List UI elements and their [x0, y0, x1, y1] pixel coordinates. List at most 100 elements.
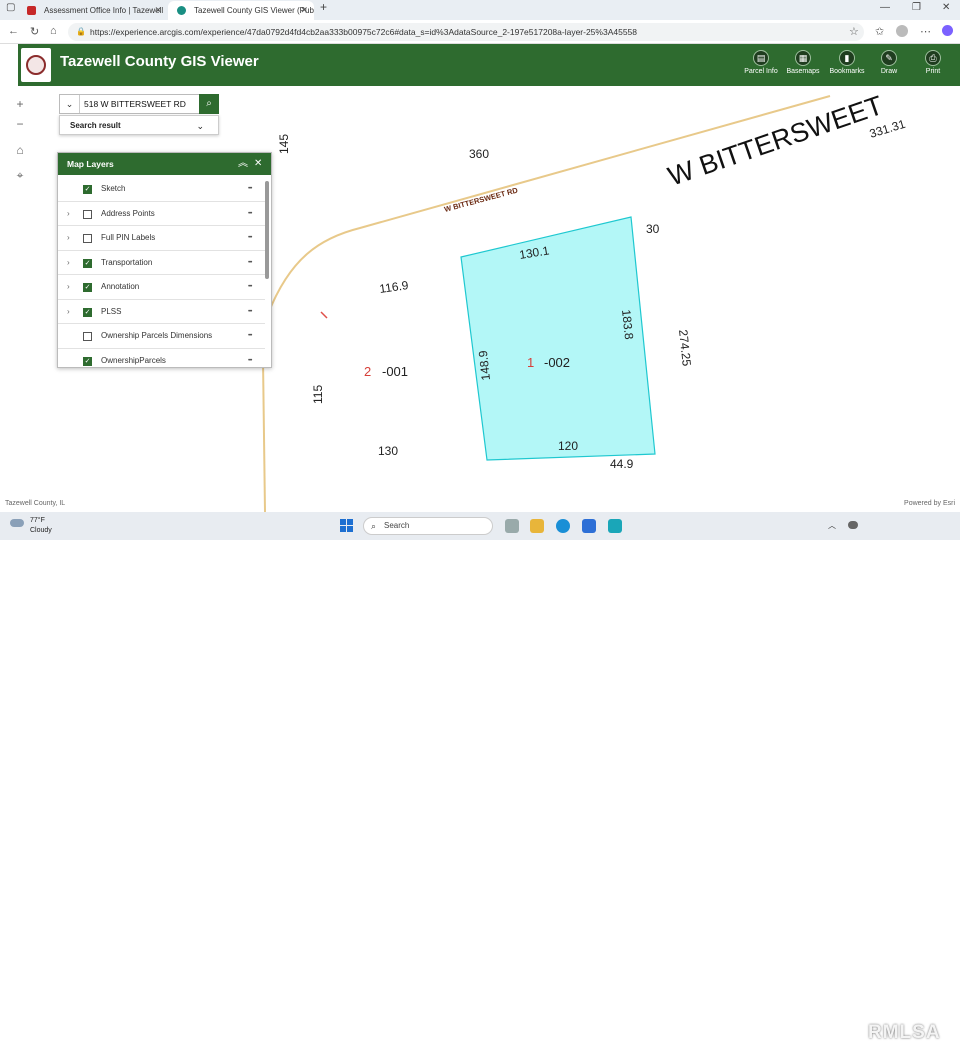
layer-row[interactable]: › Full PIN Labels ••• [58, 226, 265, 251]
dim-label: 360 [469, 147, 489, 161]
layer-name: Transportation [101, 257, 153, 267]
collapse-icon[interactable]: ︽ [238, 153, 248, 175]
dim-label: 120 [558, 439, 578, 453]
attribution-right[interactable]: Powered by Esri [904, 500, 955, 507]
layer-name: Annotation [101, 282, 140, 291]
layer-checkbox[interactable] [83, 209, 92, 219]
windows-start-icon[interactable] [340, 519, 354, 533]
parcel-info-icon: ▤ [753, 50, 769, 66]
copilot-icon[interactable] [942, 25, 953, 36]
browser-tab-gis-viewer[interactable]: Tazewell County GIS Viewer (Publ ✕ [168, 1, 314, 20]
zoom-in-button[interactable]: + [9, 93, 31, 115]
address-bar: ← ↻ ⌂ 🔒 https://experience.arcgis.com/ex… [0, 20, 960, 44]
layer-options-icon[interactable]: ••• [248, 186, 252, 192]
layer-options-icon[interactable]: ••• [248, 211, 252, 217]
road-label-large: W BITTERSWEET [664, 90, 887, 192]
dim-label: 145 [277, 134, 291, 154]
expand-chevron-icon[interactable]: › [67, 307, 70, 316]
search-source-dropdown[interactable]: ⌄ [60, 95, 80, 113]
layer-name: Ownership Parcels Dimensions [101, 331, 213, 340]
parcel-info-button[interactable]: ▤ Parcel Info [741, 50, 781, 75]
basemaps-icon: ▦ [795, 50, 811, 66]
refresh-icon[interactable]: ↻ [30, 25, 39, 38]
task-view-icon[interactable] [505, 519, 519, 533]
favorites-icon[interactable]: ✩ [875, 25, 884, 38]
layer-options-icon[interactable]: ••• [248, 309, 252, 315]
more-menu-icon[interactable]: ⋯ [920, 25, 931, 38]
layer-row[interactable]: Ownership Parcels Dimensions ••• [58, 324, 265, 349]
dim-label: 115 [311, 385, 325, 404]
home-browser-icon[interactable]: ⌂ [50, 25, 57, 37]
layer-checkbox[interactable] [83, 234, 92, 243]
layer-row[interactable]: › ✓ Transportation ••• [58, 251, 265, 275]
browser-tab-assessment[interactable]: Assessment Office Info | Tazewell ✕ [18, 1, 168, 20]
layer-checkbox[interactable] [83, 332, 92, 341]
print-button[interactable]: ⎙ Print [913, 50, 953, 75]
app-icon[interactable] [608, 519, 622, 533]
close-tab-icon[interactable]: ✕ [154, 1, 162, 20]
layer-checkbox[interactable]: ✓ [83, 258, 92, 268]
layer-row[interactable]: ✓ Sketch ••• [58, 177, 265, 202]
expand-chevron-icon[interactable]: › [67, 258, 70, 267]
layer-options-icon[interactable]: ••• [248, 260, 252, 266]
layer-row[interactable]: › Address Points ••• [58, 202, 265, 226]
expand-chevron-icon[interactable]: › [67, 209, 70, 218]
parcel-suffix: -002 [544, 355, 570, 370]
layer-row[interactable]: › ✓ PLSS ••• [58, 300, 265, 324]
expand-chevron-icon[interactable]: › [67, 282, 70, 291]
expand-chevron-icon[interactable]: › [67, 233, 70, 242]
search-button[interactable]: ⌕ [199, 94, 219, 114]
layer-row[interactable]: ✓ OwnershipParcels ••• [58, 349, 265, 368]
layer-options-icon[interactable]: ••• [248, 333, 252, 339]
tab-actions-icon[interactable]: ▢ [6, 2, 15, 13]
new-tab-button[interactable]: + [320, 0, 327, 14]
taskbar-search-label: Search [384, 521, 410, 530]
tab-title: Tazewell County GIS Viewer (Publ [194, 6, 314, 15]
county-logo [21, 48, 51, 82]
layer-checkbox[interactable]: ✓ [83, 185, 92, 194]
profile-avatar[interactable] [896, 25, 908, 37]
layer-checkbox[interactable]: ✓ [83, 307, 92, 317]
layer-options-icon[interactable]: ••• [248, 235, 252, 241]
locate-button[interactable]: ⌖ [9, 164, 31, 186]
layer-name: OwnershipParcels [101, 355, 166, 365]
close-window-icon[interactable]: ✕ [942, 2, 950, 13]
layer-checkbox[interactable]: ✓ [83, 283, 92, 292]
close-icon[interactable]: ✕ [254, 153, 262, 175]
back-icon[interactable]: ← [8, 25, 19, 37]
search-icon: ⌕ [371, 521, 377, 531]
layer-name: PLSS [101, 306, 122, 316]
bookmarks-icon: ▮ [839, 50, 855, 66]
restore-icon[interactable]: ❐ [912, 2, 921, 13]
close-tab-icon[interactable]: ✕ [300, 1, 308, 20]
search-result-dropdown[interactable]: Search result ⌄ [59, 115, 219, 135]
edge-icon[interactable] [556, 519, 570, 533]
layer-options-icon[interactable]: ••• [248, 284, 252, 290]
layer-options-icon[interactable]: ••• [248, 358, 252, 364]
taskbar: 77°F Cloudy ⌕ Search ︿ RMLSA [0, 512, 960, 1043]
layer-name: Full PIN Labels [101, 233, 156, 242]
basemaps-button[interactable]: ▦ Basemaps [783, 50, 823, 75]
chevron-up-icon[interactable]: ︿ [828, 520, 836, 531]
favorite-star-icon[interactable]: ☆ [849, 25, 859, 38]
tab-title: Assessment Office Info | Tazewell [44, 6, 164, 15]
layer-row[interactable]: › ✓ Annotation ••• [58, 275, 265, 300]
home-button[interactable]: ⌂ [9, 139, 31, 161]
parcel-number: 1 [527, 355, 534, 370]
url-field[interactable]: 🔒 https://experience.arcgis.com/experien… [68, 23, 864, 41]
draw-button[interactable]: ✎ Draw [869, 50, 909, 75]
minimize-icon[interactable]: — [880, 2, 890, 13]
layer-name: Address Points [101, 208, 155, 218]
road-label-small: W BITTERSWEET RD [443, 185, 519, 213]
search-result-label: Search result [70, 121, 121, 130]
layers-scrollbar[interactable] [265, 181, 269, 279]
photos-icon[interactable] [582, 519, 596, 533]
bookmarks-button[interactable]: ▮ Bookmarks [827, 50, 867, 75]
layer-checkbox[interactable]: ✓ [83, 356, 92, 366]
search-input[interactable] [84, 95, 194, 113]
taskbar-search[interactable]: ⌕ Search [363, 517, 493, 535]
zoom-out-button[interactable]: − [9, 113, 31, 135]
tool-label: Basemaps [786, 68, 820, 75]
browser-tab-strip: ▢ Assessment Office Info | Tazewell ✕ Ta… [0, 0, 960, 20]
file-explorer-icon[interactable] [530, 519, 544, 533]
